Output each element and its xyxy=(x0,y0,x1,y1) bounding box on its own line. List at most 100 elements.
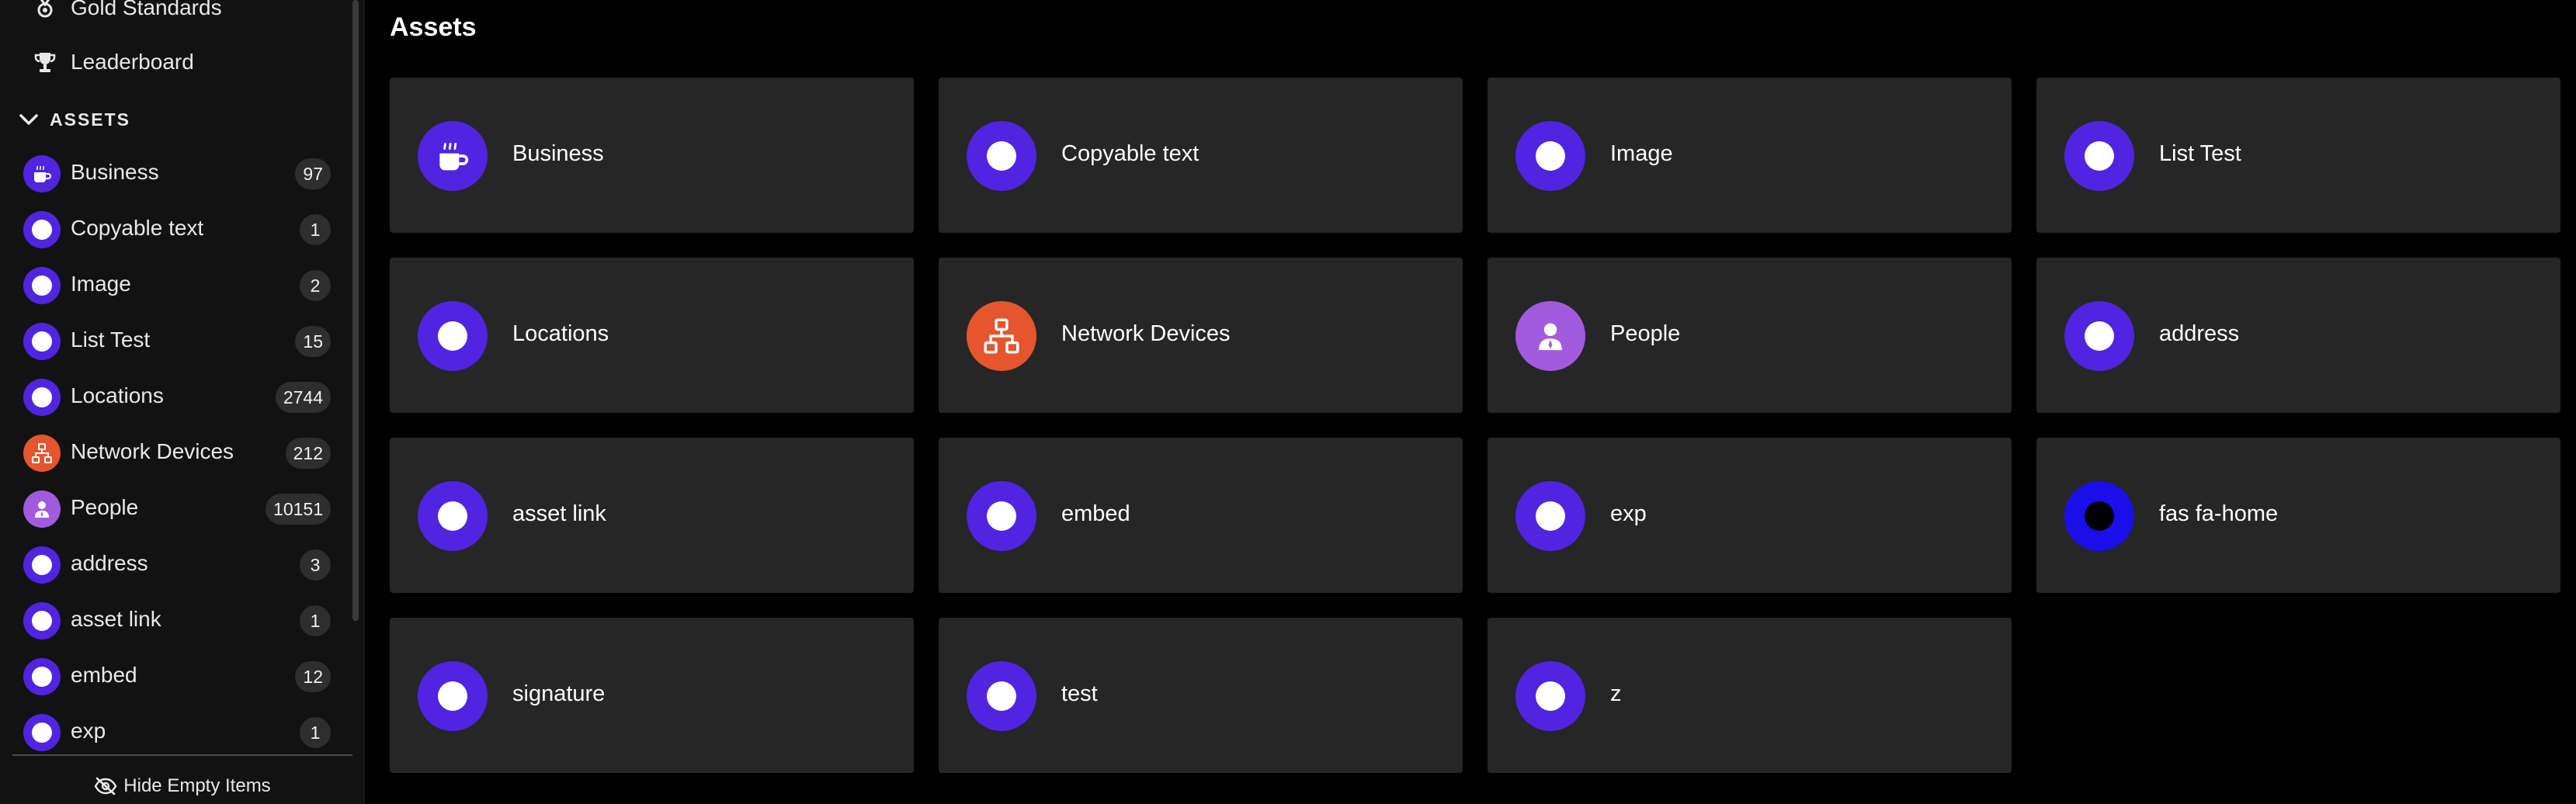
asset-card-label: test xyxy=(1061,681,1098,706)
sidebar-item-address[interactable]: address 3 xyxy=(0,537,342,593)
asset-card-label: Network Devices xyxy=(1061,321,1231,346)
asset-card-label: fas fa-home xyxy=(2159,501,2279,526)
coffee-icon xyxy=(418,121,488,191)
nav-label: Gold Standards xyxy=(71,0,222,19)
sidebar-item-copyable-text[interactable]: Copyable text 1 xyxy=(0,202,342,258)
sidebar-item-list-test[interactable]: List Test 15 xyxy=(0,314,342,369)
chevron-down-icon xyxy=(19,114,38,125)
sidebar: Gold Standards Leaderboard ASSETS Busine… xyxy=(0,0,365,804)
circle-icon xyxy=(1515,661,1585,731)
circle-icon xyxy=(2064,121,2134,191)
circle-icon xyxy=(418,481,488,551)
count-badge: 2744 xyxy=(275,382,331,413)
asset-card-locations[interactable]: Locations xyxy=(390,258,914,413)
section-title: ASSETS xyxy=(50,109,131,130)
circle-icon xyxy=(23,379,61,416)
sidebar-item-label: Image xyxy=(71,272,131,296)
sidebar-item-label: exp xyxy=(71,719,106,743)
medal-icon xyxy=(30,0,61,23)
count-badge: 2 xyxy=(300,270,331,301)
sidebar-border xyxy=(363,0,365,804)
asset-card-list-test[interactable]: List Test xyxy=(2036,78,2560,233)
sidebar-item-label: Network Devices xyxy=(71,439,234,463)
circle-icon xyxy=(1515,121,1585,191)
count-badge: 3 xyxy=(300,549,331,580)
count-badge: 10151 xyxy=(266,494,331,525)
asset-card-label: asset link xyxy=(512,501,606,526)
sidebar-item-label: List Test xyxy=(71,327,151,352)
asset-card-label: z xyxy=(1610,681,1622,706)
circle-icon xyxy=(967,121,1036,191)
sidebar-item-locations[interactable]: Locations 2744 xyxy=(0,369,342,425)
nav-item-gold-standards[interactable]: Gold Standards xyxy=(0,0,342,36)
circle-icon xyxy=(23,267,61,304)
asset-card-test[interactable]: test xyxy=(939,618,1463,773)
asset-card-network-devices[interactable]: Network Devices xyxy=(939,258,1463,413)
asset-card-address[interactable]: address xyxy=(2036,258,2560,413)
asset-card-embed[interactable]: embed xyxy=(939,438,1463,593)
circle-icon xyxy=(418,301,488,371)
asset-card-business[interactable]: Business xyxy=(390,78,914,233)
sidebar-item-label: embed xyxy=(71,663,137,687)
asset-card-label: Business xyxy=(512,141,604,166)
asset-card-fas-fa-home[interactable]: fas fa-home xyxy=(2036,438,2560,593)
nav-item-leaderboard[interactable]: Leaderboard xyxy=(0,34,342,90)
sidebar-item-network-devices[interactable]: Network Devices 212 xyxy=(0,425,342,481)
person-icon xyxy=(1515,301,1585,371)
sidebar-item-exp[interactable]: exp 1 xyxy=(0,705,342,761)
asset-card-label: List Test xyxy=(2159,141,2241,166)
sidebar-item-label: People xyxy=(71,495,139,519)
circle-icon xyxy=(23,714,61,751)
count-badge: 1 xyxy=(300,214,331,245)
asset-card-copyable-text[interactable]: Copyable text xyxy=(939,78,1463,233)
network-icon xyxy=(23,435,61,472)
sidebar-item-label: Locations xyxy=(71,383,164,407)
sidebar-item-business[interactable]: Business 97 xyxy=(0,146,342,202)
sidebar-footer-divider xyxy=(12,754,352,756)
sidebar-item-people[interactable]: People 10151 xyxy=(0,481,342,537)
circle-icon xyxy=(2064,481,2134,551)
asset-card-label: Image xyxy=(1610,141,1673,166)
asset-card-grid: Business Copyable text Image List Test L… xyxy=(390,78,2560,773)
asset-card-z[interactable]: z xyxy=(1488,618,2012,773)
circle-icon xyxy=(1515,481,1585,551)
asset-card-label: Copyable text xyxy=(1061,141,1199,166)
circle-icon xyxy=(23,602,61,639)
asset-card-signature[interactable]: signature xyxy=(390,618,914,773)
hide-empty-items-button[interactable]: Hide Empty Items xyxy=(0,768,365,804)
sidebar-scrollbar[interactable] xyxy=(352,0,359,621)
circle-icon xyxy=(418,661,488,731)
asset-card-people[interactable]: People xyxy=(1488,258,2012,413)
asset-card-label: exp xyxy=(1610,501,1647,526)
circle-icon xyxy=(23,658,61,695)
circle-icon xyxy=(23,323,61,360)
asset-card-label: People xyxy=(1610,321,1681,346)
count-badge: 15 xyxy=(295,326,331,357)
trophy-icon xyxy=(30,47,61,78)
sidebar-item-embed[interactable]: embed 12 xyxy=(0,649,342,705)
asset-card-label: Locations xyxy=(512,321,609,346)
count-badge: 97 xyxy=(295,158,331,189)
count-badge: 1 xyxy=(300,717,331,748)
count-badge: 1 xyxy=(300,605,331,636)
asset-card-label: signature xyxy=(512,681,606,706)
page-title: Assets xyxy=(390,12,477,42)
circle-icon xyxy=(23,546,61,584)
person-icon xyxy=(23,490,61,528)
sidebar-item-label: address xyxy=(71,551,148,575)
count-badge: 212 xyxy=(285,438,331,469)
circle-icon xyxy=(967,661,1036,731)
nav-label: Leaderboard xyxy=(71,50,194,74)
sidebar-item-image[interactable]: Image 2 xyxy=(0,258,342,314)
app-window: Gold Standards Leaderboard ASSETS Busine… xyxy=(0,0,2576,804)
circle-icon xyxy=(967,481,1036,551)
count-badge: 12 xyxy=(295,661,331,692)
assets-section-toggle[interactable]: ASSETS xyxy=(17,104,130,135)
sidebar-item-asset-link[interactable]: asset link 1 xyxy=(0,593,342,649)
asset-card-label: address xyxy=(2159,321,2240,346)
asset-card-asset-link[interactable]: asset link xyxy=(390,438,914,593)
asset-card-image[interactable]: Image xyxy=(1488,78,2012,233)
coffee-icon xyxy=(23,155,61,192)
asset-card-exp[interactable]: exp xyxy=(1488,438,2012,593)
sidebar-item-label: Business xyxy=(71,160,159,184)
